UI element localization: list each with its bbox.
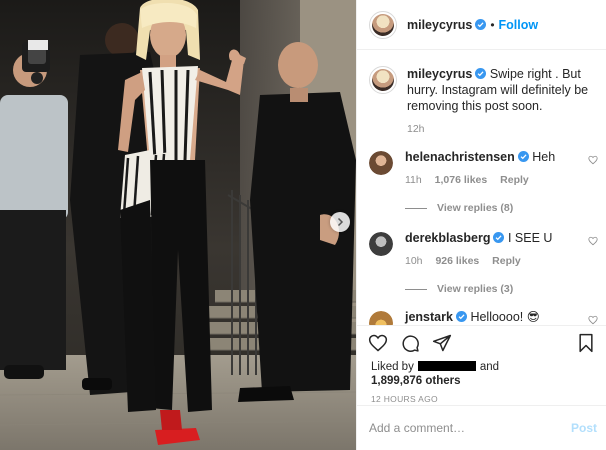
- comment-row: jenstark Helloooo! 😎: [357, 309, 606, 325]
- verified-badge-icon: [517, 151, 529, 162]
- action-bar: [357, 326, 606, 360]
- comment-like-heart-icon[interactable]: [588, 236, 598, 246]
- view-replies-button[interactable]: View replies (8): [405, 202, 606, 214]
- comment-icon[interactable]: [399, 332, 421, 354]
- comment-likes[interactable]: 1,076 likes: [435, 174, 488, 186]
- verified-badge-icon: [493, 232, 505, 243]
- view-replies-label: View replies (3): [437, 283, 514, 295]
- caption-row: mileycyrus Swipe right . But hurry. Inst…: [357, 66, 606, 137]
- comments-list[interactable]: mileycyrus Swipe right . But hurry. Inst…: [357, 50, 606, 325]
- bookmark-icon[interactable]: [575, 332, 597, 354]
- view-replies-label: View replies (8): [437, 202, 514, 214]
- commenter-avatar[interactable]: [369, 151, 393, 175]
- replies-divider: [405, 288, 427, 290]
- share-icon[interactable]: [431, 332, 453, 354]
- likes-connector: and: [479, 361, 500, 373]
- commenter-avatar[interactable]: [369, 232, 393, 256]
- replies-divider: [405, 207, 427, 209]
- post-comment-button[interactable]: Post: [571, 421, 597, 435]
- reply-button[interactable]: Reply: [492, 255, 521, 267]
- instagram-post: mileycyrus • Follow mileycyrus Swipe rig…: [0, 0, 606, 450]
- comment-input[interactable]: [369, 421, 571, 435]
- commenter-username[interactable]: derekblasberg: [405, 231, 490, 245]
- comment-text: Helloooo! 😎: [470, 310, 540, 324]
- post-actions-area: Liked by and 1,899,876 others 12 HOURS AG…: [357, 325, 606, 404]
- view-replies-button[interactable]: View replies (3): [405, 283, 606, 295]
- comment-time[interactable]: 11h: [405, 174, 422, 186]
- header-separator: •: [490, 17, 495, 32]
- comment-row: helenachristensen Heh 11h 1,076 likes Re…: [357, 149, 606, 188]
- likes-summary[interactable]: Liked by and 1,899,876 others: [357, 360, 606, 388]
- commenter-username[interactable]: jenstark: [405, 310, 453, 324]
- verified-badge-icon: [455, 311, 467, 322]
- add-comment-section: Post: [357, 405, 606, 450]
- commenter-avatar[interactable]: [369, 311, 393, 325]
- caption-username[interactable]: mileycyrus: [407, 67, 472, 81]
- post-timestamp[interactable]: 12 HOURS AGO: [357, 394, 606, 404]
- comment-likes[interactable]: 926 likes: [435, 255, 479, 267]
- photo-illustration: [0, 0, 356, 450]
- comment-like-heart-icon[interactable]: [588, 315, 598, 325]
- post-photo[interactable]: [0, 0, 356, 450]
- liked-by-label: Liked by: [371, 361, 414, 373]
- comment-meta: 11h 1,076 likes Reply: [405, 172, 597, 188]
- verified-badge-icon: [475, 19, 487, 30]
- next-photo-button[interactable]: [330, 212, 350, 232]
- comment-like-heart-icon[interactable]: [588, 155, 598, 165]
- comment-text: Heh: [532, 150, 556, 164]
- follow-button[interactable]: Follow: [499, 18, 539, 32]
- comment-text: I SEE U: [507, 231, 553, 245]
- author-avatar[interactable]: [369, 10, 397, 39]
- comment-time[interactable]: 10h: [405, 255, 423, 267]
- post-header: mileycyrus • Follow: [357, 0, 606, 50]
- caption-avatar[interactable]: [369, 66, 397, 94]
- heart-icon[interactable]: [367, 332, 389, 354]
- likes-count[interactable]: 1,899,876 others: [371, 375, 461, 387]
- caption-time[interactable]: 12h: [407, 123, 425, 135]
- verified-badge-icon: [475, 68, 487, 79]
- comment-row: derekblasberg I SEE U 10h 926 likes Repl…: [357, 230, 606, 269]
- caption-meta: 12h: [407, 121, 597, 137]
- comment-meta: 10h 926 likes Reply: [405, 253, 597, 269]
- author-username[interactable]: mileycyrus: [407, 18, 472, 32]
- chevron-right-icon: [337, 217, 344, 227]
- commenter-username[interactable]: helenachristensen: [405, 150, 515, 164]
- post-sidebar: mileycyrus • Follow mileycyrus Swipe rig…: [356, 0, 606, 450]
- reply-button[interactable]: Reply: [500, 174, 529, 186]
- redacted-username: [417, 361, 476, 371]
